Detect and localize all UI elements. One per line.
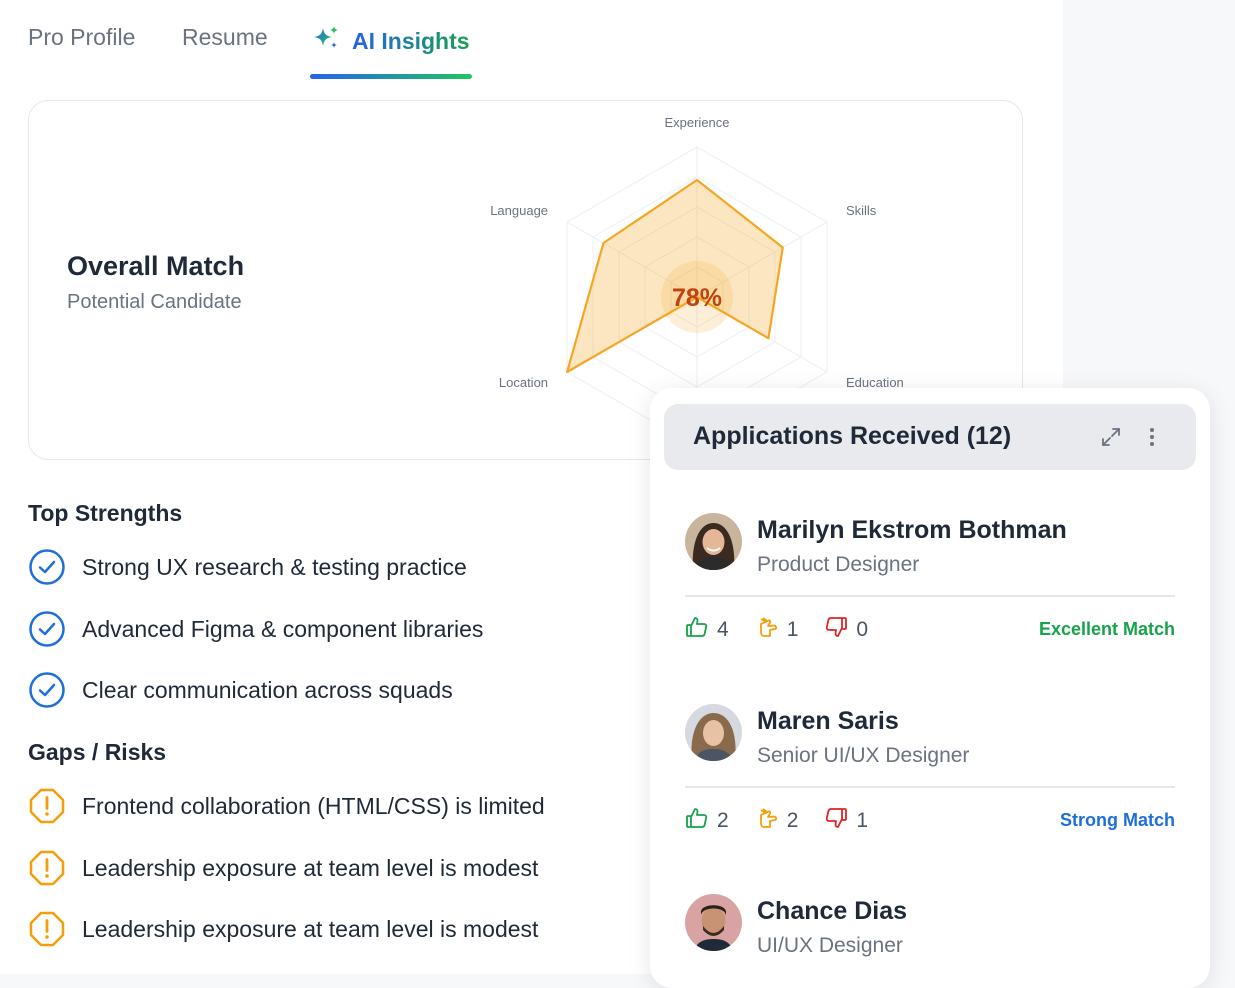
applications-panel: Applications Received (12) Marilyn Ekstr… xyxy=(650,388,1210,988)
applications-title: Applications Received (12) xyxy=(693,422,1012,450)
applications-header: Applications Received (12) xyxy=(664,404,1196,470)
neutral-count[interactable]: 1 xyxy=(755,615,799,645)
candidate-role: Senior UI/UX Designer xyxy=(757,744,970,767)
gaps-risks-title: Gaps / Risks xyxy=(28,739,167,765)
thumbs-down-icon xyxy=(824,806,848,836)
thumbs-up-value: 2 xyxy=(717,809,729,832)
more-options-icon[interactable] xyxy=(1142,425,1162,454)
candidate-name[interactable]: Maren Saris xyxy=(757,707,899,736)
thumbs-down-value: 0 xyxy=(856,618,869,641)
hand-neutral-icon xyxy=(755,806,779,836)
match-label: Strong Match xyxy=(1060,810,1175,830)
divider xyxy=(685,595,1175,597)
gap-text: Leadership exposure at team level is mod… xyxy=(82,915,539,942)
active-tab-indicator xyxy=(310,74,472,79)
neutral-value: 1 xyxy=(786,618,799,641)
expand-icon[interactable] xyxy=(1099,425,1123,454)
candidate-name[interactable]: Marilyn Ekstrom Bothman xyxy=(757,516,1067,545)
radar-score-label: 78% xyxy=(672,284,722,312)
radar-axis-label: Skills xyxy=(846,203,877,218)
tab-pro-profile[interactable]: Pro Profile xyxy=(28,24,135,51)
thumbs-up-icon xyxy=(685,806,709,836)
candidate-role: UI/UX Designer xyxy=(757,934,903,957)
strength-item: Clear communication across squads xyxy=(28,671,453,709)
neutral-value: 2 xyxy=(786,809,799,832)
thumbs-down-icon xyxy=(824,615,848,645)
avatar xyxy=(685,894,742,951)
warning-octagon-icon xyxy=(28,787,66,825)
gap-item: Leadership exposure at team level is mod… xyxy=(28,849,538,887)
thumbs-up-icon xyxy=(685,615,709,645)
warning-octagon-icon xyxy=(28,849,66,887)
radar-axis-label: Language xyxy=(490,203,548,218)
strength-item: Advanced Figma & component libraries xyxy=(28,610,483,648)
avatar xyxy=(685,513,742,570)
radar-axis-label: Location xyxy=(499,375,548,390)
sparkle-icon xyxy=(312,24,340,58)
overall-match-title: Overall Match xyxy=(67,251,245,281)
tab-resume[interactable]: Resume xyxy=(182,24,268,51)
strength-item: Strong UX research & testing practice xyxy=(28,548,467,586)
candidate-role: Product Designer xyxy=(757,553,920,576)
check-circle-icon xyxy=(28,548,66,586)
vote-summary: 4 1 0 xyxy=(685,615,894,645)
thumbs-up-value: 4 xyxy=(717,618,729,641)
thumbs-down-count[interactable]: 1 xyxy=(824,806,868,836)
radar-axis-label: Experience xyxy=(664,115,729,130)
candidate-name[interactable]: Chance Dias xyxy=(757,897,907,926)
strength-text: Advanced Figma & component libraries xyxy=(82,615,484,642)
thumbs-down-count[interactable]: 0 xyxy=(824,615,868,645)
gap-item: Leadership exposure at team level is mod… xyxy=(28,910,538,948)
hand-neutral-icon xyxy=(755,615,779,645)
avatar xyxy=(685,704,742,761)
gap-text: Leadership exposure at team level is mod… xyxy=(82,854,539,881)
check-circle-icon xyxy=(28,610,66,648)
warning-octagon-icon xyxy=(28,910,66,948)
gap-text: Frontend collaboration (HTML/CSS) is lim… xyxy=(82,792,545,819)
thumbs-up-count[interactable]: 4 xyxy=(685,615,729,645)
divider xyxy=(685,786,1175,788)
tab-ai-insights[interactable]: AI Insights xyxy=(312,24,470,58)
strength-text: Strong UX research & testing practice xyxy=(82,553,467,580)
match-label: Excellent Match xyxy=(1038,619,1175,639)
gap-item: Frontend collaboration (HTML/CSS) is lim… xyxy=(28,787,545,825)
vote-summary: 2 2 1 xyxy=(685,806,894,836)
neutral-count[interactable]: 2 xyxy=(755,806,799,836)
top-strengths-title: Top Strengths xyxy=(28,500,183,526)
overall-match-subtitle: Potential Candidate xyxy=(67,291,242,313)
check-circle-icon xyxy=(28,671,66,709)
thumbs-up-count[interactable]: 2 xyxy=(685,806,729,836)
thumbs-down-value: 1 xyxy=(856,809,869,832)
tab-ai-insights-label: AI Insights xyxy=(352,27,470,54)
strength-text: Clear communication across squads xyxy=(82,676,453,703)
